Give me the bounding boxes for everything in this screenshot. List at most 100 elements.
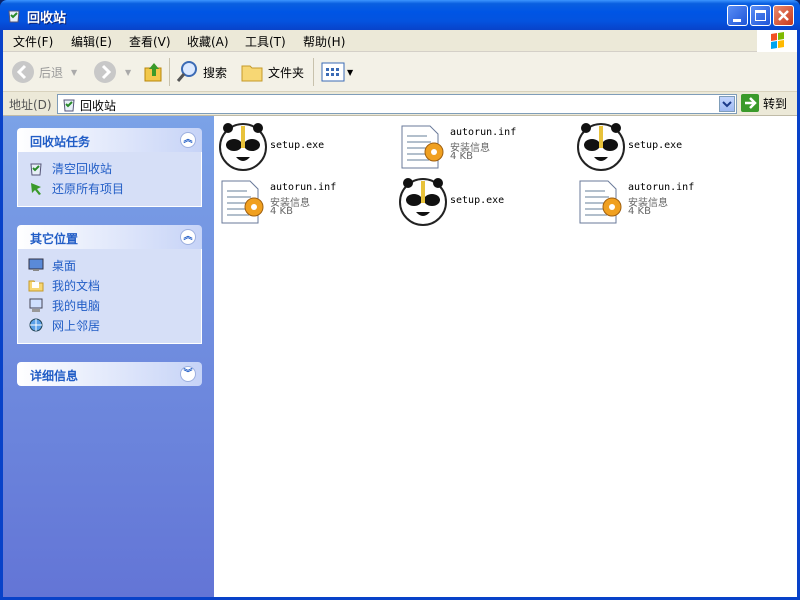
file-view[interactable]: setup.exe autorun.inf 安装信息 4 KB setup.ex… [214,116,797,597]
toolbar: 后退 ▼ ▼ 搜索 文件夹 ▼ [3,52,797,92]
menu-tools[interactable]: 工具(T) [245,33,286,50]
close-icon [778,10,789,21]
desktop-icon [28,258,44,271]
file-name: setup.exe [628,140,683,151]
menu-view[interactable]: 查看(V) [129,33,171,50]
file-name: autorun.inf [450,127,517,138]
folder-icon [241,65,263,82]
toolbar-separator [169,58,170,86]
address-value: 回收站 [80,99,117,113]
folders-button[interactable]: 文件夹 [240,58,304,86]
windows-logo [757,30,797,52]
setup-info-file-icon [221,180,264,224]
panda-app-icon [577,123,625,171]
back-button[interactable]: 后退 ▼ [11,58,77,86]
toolbar-separator [313,58,314,86]
title-bar[interactable]: 回收站 [0,0,800,30]
file-item[interactable]: autorun.inf 安装信息 4 KB [576,177,746,229]
windows-flag-icon [771,32,784,49]
link-label: 网上邻居 [52,318,101,333]
search-button[interactable]: 搜索 [175,58,227,86]
file-size: 4 KB [450,151,473,162]
setup-info-file-icon [579,180,622,224]
network-places-link[interactable]: 网上邻居 [28,315,201,335]
documents-folder-icon [28,280,44,292]
setup-info-file-icon [401,125,444,169]
file-size: 4 KB [628,206,651,217]
menu-favorites[interactable]: 收藏(A) [187,33,229,50]
details-panel: 详细信息 ︾ [17,362,202,386]
maximize-button[interactable] [750,5,771,26]
window-title: 回收站 [27,11,67,26]
explorer-window: 回收站 文件(F) 编辑(E) 查看(V) 收藏(A) 工具(T) 帮助(H) … [0,0,800,600]
back-dropdown-icon[interactable]: ▼ [71,68,77,77]
desktop-link[interactable]: 桌面 [28,255,201,275]
go-arrow-icon [741,94,759,112]
panda-app-icon [219,123,267,171]
link-label: 还原所有项目 [52,181,125,196]
panel-header[interactable]: 详细信息 ︾ [17,362,202,386]
chevron-down-icon [722,101,732,108]
views-button[interactable]: ▼ [321,58,353,86]
network-icon [29,318,43,332]
file-name: setup.exe [270,140,325,151]
my-documents-link[interactable]: 我的文档 [28,275,201,295]
task-pane: 回收站任务 ︽ 清空回收站 还原所有项目 其它位置 ︽ 桌面 我的文档 我的电脑… [3,116,214,597]
chevron-down-icon[interactable]: ︾ [180,366,196,382]
panel-header[interactable]: 其它位置 ︽ [17,225,202,249]
menu-help[interactable]: 帮助(H) [303,33,345,50]
file-item[interactable]: setup.exe [218,122,388,174]
back-label: 后退 [39,65,64,80]
views-grid-icon [321,62,345,82]
panda-app-icon [399,178,447,226]
file-item[interactable]: autorun.inf 安装信息 4 KB [398,122,568,174]
back-arrow-icon [12,61,34,83]
search-icon [176,61,197,82]
folders-label: 文件夹 [268,65,305,80]
empty-recycle-bin-link[interactable]: 清空回收站 [28,158,201,178]
restore-arrow-icon [31,183,41,195]
file-name: autorun.inf [628,182,695,193]
file-item[interactable]: setup.exe [398,177,568,229]
file-name: setup.exe [450,195,505,206]
file-item[interactable]: setup.exe [576,122,746,174]
window-border-left [0,30,3,600]
recycle-bin-icon [30,163,42,176]
link-label: 我的文档 [52,278,101,293]
address-bar: 地址(D) 回收站 转到 [3,92,797,116]
panel-title: 回收站任务 [30,135,91,149]
chevron-up-icon[interactable]: ︽ [180,229,196,245]
address-dropdown-button[interactable] [719,96,735,112]
link-label: 我的电脑 [52,298,101,313]
menu-edit[interactable]: 编辑(E) [71,33,112,50]
menu-file[interactable]: 文件(F) [13,33,53,50]
up-button[interactable] [143,58,165,86]
file-size: 4 KB [270,206,293,217]
search-label: 搜索 [203,65,228,80]
recycle-bin-icon [63,99,75,112]
recycle-tasks-panel: 回收站任务 ︽ 清空回收站 还原所有项目 [17,128,202,207]
restore-all-link[interactable]: 还原所有项目 [28,178,201,198]
forward-dropdown-icon[interactable]: ▼ [125,68,131,77]
views-dropdown-icon: ▼ [347,67,354,77]
file-item[interactable]: autorun.inf 安装信息 4 KB [218,177,388,229]
minimize-button[interactable] [727,5,748,26]
go-label: 转到 [763,96,788,111]
computer-icon [29,298,43,312]
file-name: autorun.inf [270,182,337,193]
menu-bar: 文件(F) 编辑(E) 查看(V) 收藏(A) 工具(T) 帮助(H) [3,30,797,52]
chevron-up-icon[interactable]: ︽ [180,132,196,148]
close-button[interactable] [773,5,794,26]
panel-title: 详细信息 [30,369,79,383]
panel-title: 其它位置 [30,232,79,246]
link-label: 桌面 [52,258,77,273]
other-places-panel: 其它位置 ︽ 桌面 我的文档 我的电脑 网上邻居 [17,225,202,344]
go-button[interactable]: 转到 [741,94,787,112]
folder-up-icon [144,63,162,82]
forward-button[interactable]: ▼ [93,58,131,86]
forward-arrow-icon [94,61,116,83]
link-label: 清空回收站 [52,161,113,176]
address-input[interactable]: 回收站 [57,94,737,114]
my-computer-link[interactable]: 我的电脑 [28,295,201,315]
panel-header[interactable]: 回收站任务 ︽ [17,128,202,152]
